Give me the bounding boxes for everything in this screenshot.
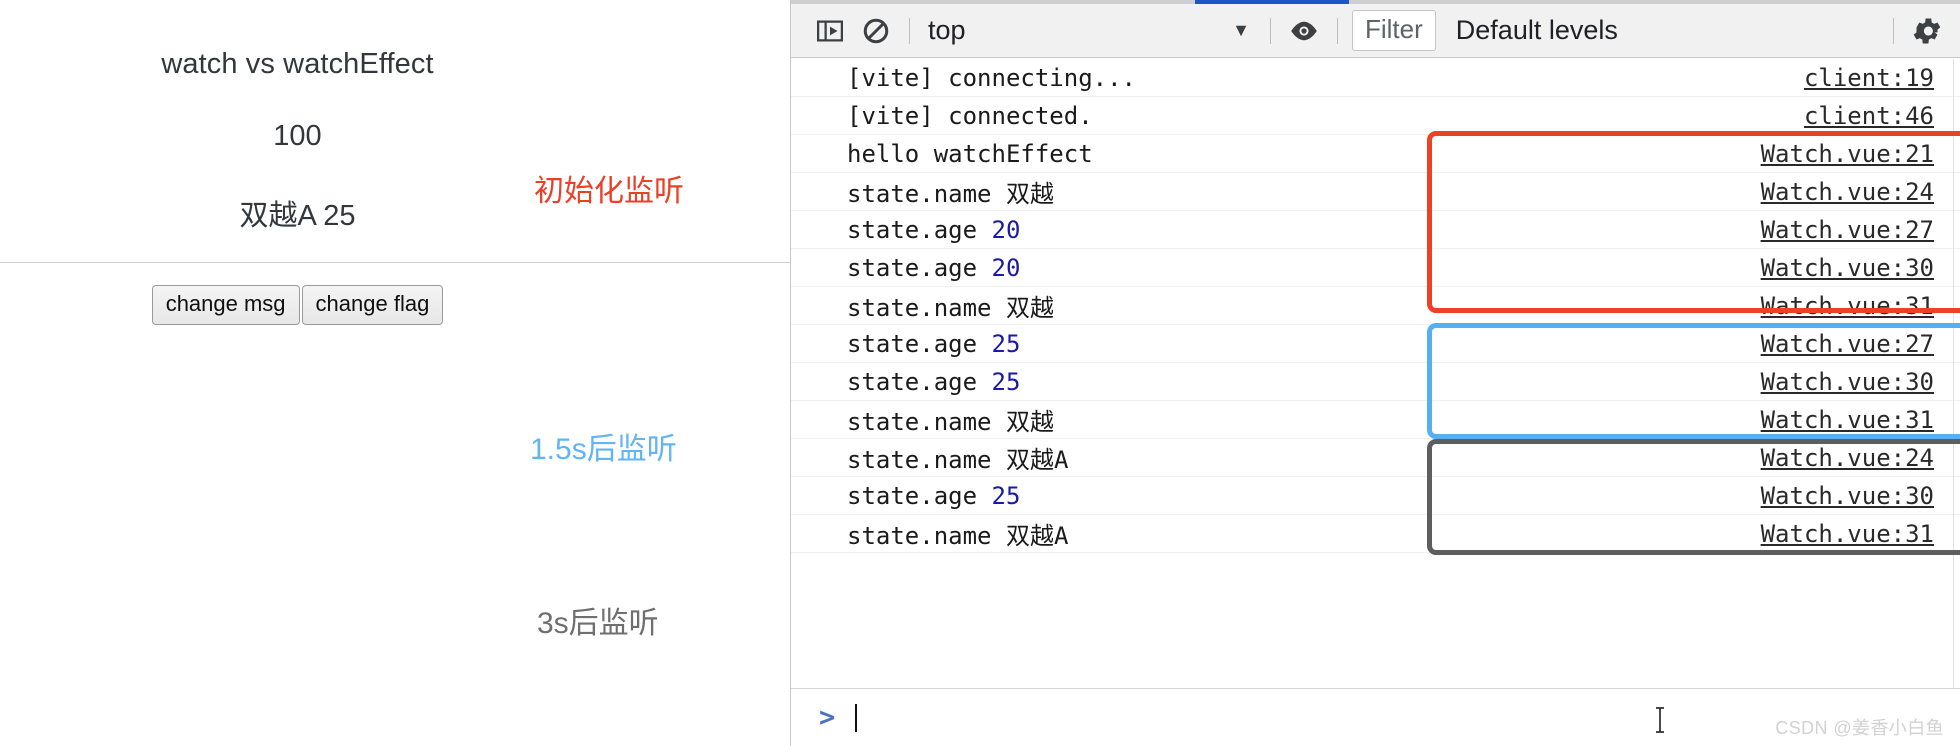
devtools-panel: top ▼ Filter Default levels [vite] conne… bbox=[790, 0, 1960, 746]
prompt-chevron-icon: > bbox=[819, 702, 836, 733]
log-number-value: 25 bbox=[991, 329, 1021, 358]
console-log-row[interactable]: state.name 双越 Watch.vue:24 bbox=[791, 173, 1960, 211]
console-toolbar: top ▼ Filter Default levels bbox=[791, 4, 1960, 58]
log-source-link[interactable]: client:46 bbox=[1804, 102, 1934, 130]
console-log-row[interactable]: state.age 25 Watch.vue:27 bbox=[791, 325, 1960, 363]
console-right-rail bbox=[1953, 59, 1954, 688]
log-message: state.age 25 bbox=[847, 367, 1021, 396]
log-message: state.name 双越 bbox=[847, 408, 1054, 436]
log-message: hello watchEffect bbox=[847, 139, 1093, 168]
log-number-value: 20 bbox=[991, 215, 1021, 244]
horizontal-divider bbox=[0, 262, 790, 263]
watermark: CSDN @姜香小白鱼 bbox=[1775, 718, 1944, 738]
toolbar-divider-3 bbox=[1337, 17, 1338, 44]
log-source-link[interactable]: Watch.vue:30 bbox=[1761, 482, 1934, 510]
log-message: state.name 双越A bbox=[847, 522, 1069, 550]
gear-icon[interactable] bbox=[1904, 8, 1950, 54]
button-row: change msg change flag bbox=[0, 285, 595, 325]
chevron-down-icon: ▼ bbox=[1232, 20, 1250, 40]
log-message: state.name 双越A bbox=[847, 446, 1069, 474]
change-msg-button[interactable]: change msg bbox=[151, 285, 300, 325]
log-source-link[interactable]: Watch.vue:27 bbox=[1761, 330, 1934, 358]
console-log-row[interactable]: state.name 双越A Watch.vue:31 bbox=[791, 515, 1960, 553]
log-source-link[interactable]: Watch.vue:24 bbox=[1761, 444, 1934, 472]
log-source-link[interactable]: client:19 bbox=[1804, 64, 1934, 92]
screenshot-root: watch vs watchEffect 100 双越A 25 change m… bbox=[0, 0, 1960, 746]
page-title: watch vs watchEffect bbox=[161, 48, 434, 80]
console-log-list[interactable]: [vite] connecting... client:19 [vite] conn… bbox=[791, 59, 1960, 688]
app-preview-pane: watch vs watchEffect 100 双越A 25 change m… bbox=[0, 0, 790, 746]
log-message: state.age 25 bbox=[847, 481, 1021, 510]
log-message: state.age 20 bbox=[847, 215, 1021, 244]
log-source-link[interactable]: Watch.vue:30 bbox=[1761, 254, 1934, 282]
log-source-link[interactable]: Watch.vue:31 bbox=[1761, 292, 1934, 320]
annotation-1_5s-watch: 1.5s后监听 bbox=[530, 433, 677, 466]
log-source-link[interactable]: Watch.vue:21 bbox=[1761, 140, 1934, 168]
log-number-value: 25 bbox=[991, 481, 1021, 510]
console-log-row[interactable]: state.age 25 Watch.vue:30 bbox=[791, 363, 1960, 401]
change-flag-button[interactable]: change flag bbox=[301, 285, 444, 325]
log-source-link[interactable]: Watch.vue:31 bbox=[1761, 406, 1934, 434]
log-source-link[interactable]: Watch.vue:30 bbox=[1761, 368, 1934, 396]
console-log-row[interactable]: [vite] connecting... client:19 bbox=[791, 59, 1960, 97]
log-number-value: 20 bbox=[991, 253, 1021, 282]
log-message: [vite] connecting... bbox=[847, 63, 1136, 92]
log-message: [vite] connected. bbox=[847, 101, 1093, 130]
console-log-row[interactable]: state.age 25 Watch.vue:30 bbox=[791, 477, 1960, 515]
console-log-row[interactable]: state.age 20 Watch.vue:30 bbox=[791, 249, 1960, 287]
console-log-row[interactable]: state.name 双越A Watch.vue:24 bbox=[791, 439, 1960, 477]
log-source-link[interactable]: Watch.vue:31 bbox=[1761, 520, 1934, 548]
clear-console-icon[interactable] bbox=[853, 8, 899, 54]
text-caret bbox=[855, 703, 858, 732]
log-source-link[interactable]: Watch.vue:24 bbox=[1761, 178, 1934, 206]
execution-context-select[interactable]: top ▼ bbox=[920, 15, 1260, 46]
console-log-row[interactable]: state.age 20 Watch.vue:27 bbox=[791, 211, 1960, 249]
log-number-value: 25 bbox=[991, 367, 1021, 396]
log-levels-select[interactable]: Default levels bbox=[1456, 15, 1618, 46]
console-log-row[interactable]: [vite] connected. client:46 bbox=[791, 97, 1960, 135]
filter-input[interactable]: Filter bbox=[1352, 10, 1436, 51]
console-log-row[interactable]: state.name 双越 Watch.vue:31 bbox=[791, 287, 1960, 325]
annotation-init-watch: 初始化监听 bbox=[534, 175, 684, 208]
toolbar-divider-2 bbox=[1270, 17, 1271, 44]
log-source-link[interactable]: Watch.vue:27 bbox=[1761, 216, 1934, 244]
annotation-3s-watch: 3s后监听 bbox=[537, 607, 659, 640]
toolbar-divider-1 bbox=[909, 17, 910, 44]
log-message: state.age 20 bbox=[847, 253, 1021, 282]
count-value: 100 bbox=[273, 120, 322, 152]
console-sidebar-icon[interactable] bbox=[807, 8, 853, 54]
live-expression-eye-icon[interactable] bbox=[1281, 8, 1327, 54]
console-log-row[interactable]: hello watchEffect Watch.vue:21 bbox=[791, 135, 1960, 173]
log-message: state.name 双越 bbox=[847, 180, 1054, 208]
toolbar-divider-4 bbox=[1893, 17, 1894, 44]
log-message: state.age 25 bbox=[847, 329, 1021, 358]
execution-context-value: top bbox=[928, 15, 966, 45]
console-log-row[interactable]: state.name 双越 Watch.vue:31 bbox=[791, 401, 1960, 439]
log-message: state.name 双越 bbox=[847, 294, 1054, 322]
state-value: 双越A 25 bbox=[239, 200, 356, 232]
